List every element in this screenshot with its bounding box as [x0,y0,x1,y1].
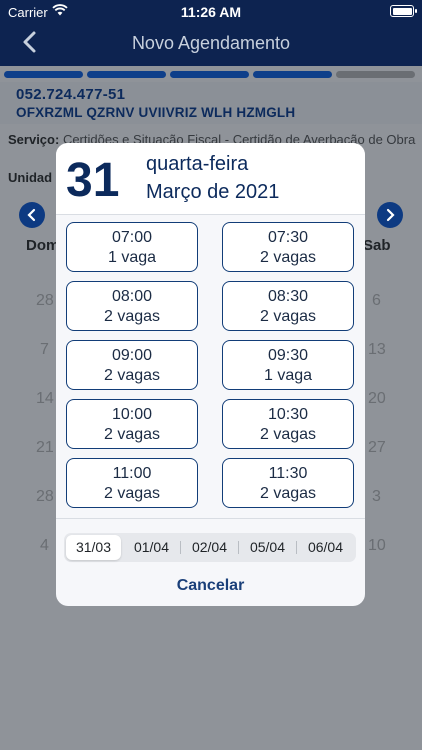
page-title: Novo Agendamento [131,33,291,53]
slot-vagas: 1 vaga [263,367,313,384]
previous-month-button[interactable] [19,202,45,228]
battery-icon [390,5,417,17]
slot-time: 11:00 [112,465,152,482]
unidade-label: Unidad [8,170,53,185]
slot-vagas: 2 vagas [259,308,317,325]
progress-step [4,71,83,78]
progress-step [170,71,249,78]
slot-time: 08:00 [111,288,153,305]
slot-vagas: 2 vagas [259,485,317,502]
slot-time: 10:30 [267,406,309,423]
calendar-day: 10 [368,537,386,554]
slot-vagas: 2 vagas [259,426,317,443]
time-slot-button[interactable]: 09:00 2 vagas [66,340,198,390]
segment-separator [296,541,297,554]
time-slot-modal: 31 quarta-feira Março de 2021 07:00 1 va… [56,143,365,606]
progress-steps [4,71,415,78]
calendar-day: 20 [368,390,386,407]
time-slot-button[interactable]: 07:30 2 vagas [222,222,354,272]
user-info: 052.724.477-51 OFXRZML QZRNV UVIIVRIZ WL… [0,82,422,124]
time-slot-button[interactable]: 08:00 2 vagas [66,281,198,331]
date-tab-selected[interactable]: 31/03 [66,535,121,560]
modal-header: 31 quarta-feira Março de 2021 [56,143,365,215]
progress-step [87,71,166,78]
time-slot-button[interactable]: 10:30 2 vagas [222,399,354,449]
date-tab[interactable]: 05/04 [240,535,295,560]
service-label: Serviço: [8,132,60,147]
selected-day-number: 31 [66,154,120,207]
slot-vagas: 2 vagas [103,367,161,384]
slot-time: 09:00 [111,347,153,364]
weekday-label-last: Sab [363,237,391,254]
selected-month-year: Março de 2021 [146,181,280,203]
calendar-day: 6 [372,292,381,309]
slot-time: 07:30 [267,229,309,246]
time-slot-button[interactable]: 09:30 1 vaga [222,340,354,390]
date-tab[interactable]: 01/04 [124,535,179,560]
slot-time: 10:00 [111,406,153,423]
chevron-right-icon [386,208,395,222]
calendar-day: 7 [40,341,49,358]
slot-vagas: 2 vagas [103,308,161,325]
slot-vagas: 1 vaga [107,249,157,266]
calendar-day: 4 [40,537,49,554]
divider [56,518,365,519]
user-name: OFXRZML QZRNV UVIIVRIZ WLH HZMGLH [16,105,296,120]
date-segmented-control: 31/03 01/04 02/04 05/04 06/04 [64,533,356,562]
calendar-day: 14 [36,390,54,407]
time-slot-button[interactable]: 10:00 2 vagas [66,399,198,449]
navigation-bar: Carrier 11:26 AM Novo Agendamento [0,0,422,66]
time-slot-button[interactable]: 11:30 2 vagas [222,458,354,508]
selected-weekday: quarta-feira [146,153,249,175]
status-bar: Carrier 11:26 AM [0,0,422,24]
slot-vagas: 2 vagas [259,249,317,266]
segment-separator [238,541,239,554]
calendar-day: 3 [372,488,381,505]
slot-vagas: 2 vagas [103,485,161,502]
calendar-day: 21 [36,439,54,456]
date-tab[interactable]: 02/04 [182,535,237,560]
calendar-day: 27 [368,439,386,456]
next-month-button[interactable] [377,202,403,228]
slot-time: 11:30 [268,465,308,482]
slot-time: 07:00 [111,229,153,246]
slot-time: 09:30 [267,347,309,364]
time-slot-button[interactable]: 08:30 2 vagas [222,281,354,331]
date-tab[interactable]: 06/04 [298,535,353,560]
segment-separator [180,541,181,554]
calendar-day: 28 [36,488,54,505]
slot-vagas: 2 vagas [103,426,161,443]
user-cpf: 052.724.477-51 [16,86,126,103]
slot-time: 08:30 [267,288,309,305]
calendar-day: 28 [36,292,54,309]
weekday-label-first: Dom [26,237,60,254]
progress-step [336,71,415,78]
time-slot-button[interactable]: 11:00 2 vagas [66,458,198,508]
time-slot-button[interactable]: 07:00 1 vaga [66,222,198,272]
clock: 11:26 AM [180,4,242,20]
chevron-left-icon [27,208,36,222]
progress-step [253,71,332,78]
calendar-day: 13 [368,341,386,358]
cancel-button[interactable]: Cancelar [56,577,365,595]
